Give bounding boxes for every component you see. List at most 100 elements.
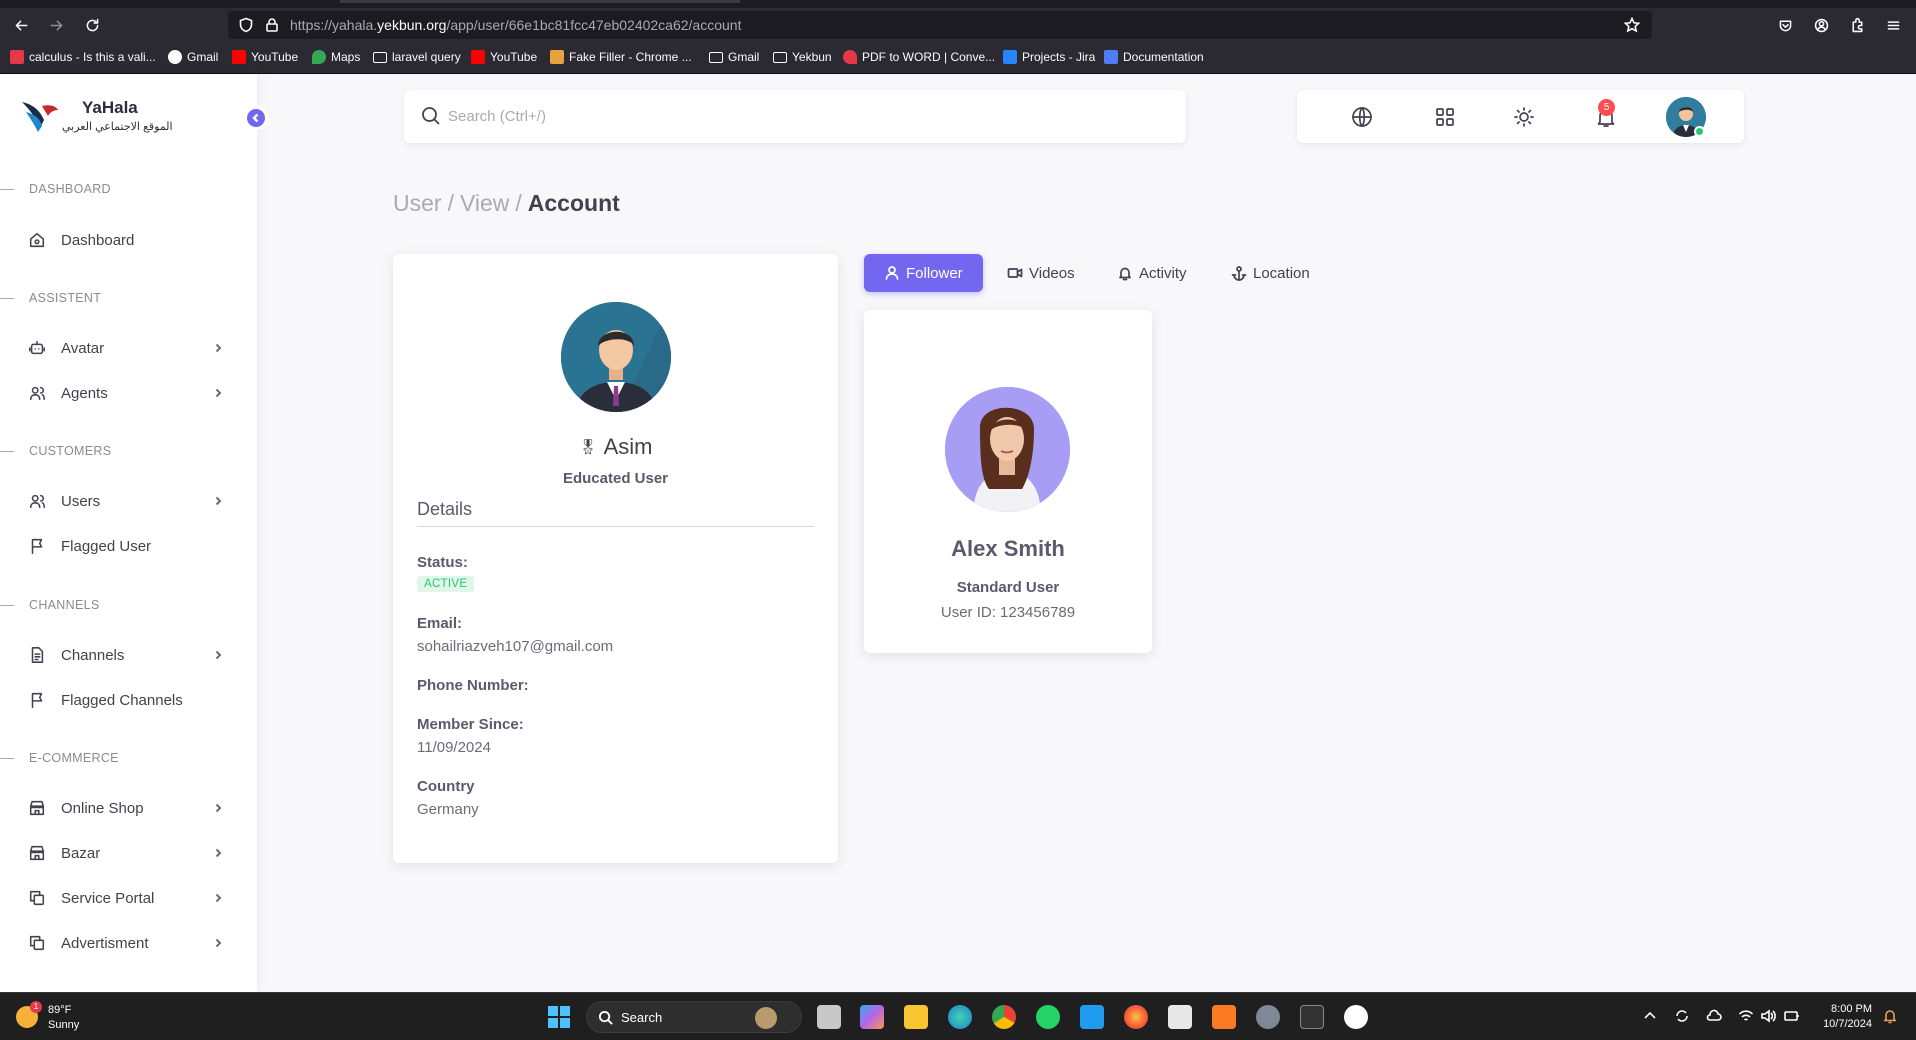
settings-gear-icon[interactable] <box>1256 1005 1280 1029</box>
notification-bell-icon[interactable] <box>1882 1008 1898 1024</box>
follower-card[interactable]: Alex Smith Standard User User ID: 123456… <box>864 310 1152 653</box>
reload-button[interactable] <box>79 12 105 38</box>
sidebar-item-online-shop[interactable]: Online Shop <box>26 790 238 826</box>
whatsapp-icon[interactable] <box>1036 1005 1060 1029</box>
bookmark-item[interactable]: PDF to WORD | Conve... <box>843 50 995 64</box>
sidebar-item-avatar[interactable]: Avatar <box>26 330 238 366</box>
users-icon <box>26 490 48 512</box>
chrome-icon[interactable] <box>992 1005 1016 1029</box>
bookmark-item[interactable]: Gmail <box>168 50 218 64</box>
sidebar-item-service-portal[interactable]: Service Portal <box>26 880 238 916</box>
sidebar-item-agents[interactable]: Agents <box>26 375 238 411</box>
taskbar-search[interactable]: Search <box>586 1001 802 1033</box>
edge-icon[interactable] <box>948 1005 972 1029</box>
tab-location[interactable]: Location <box>1231 254 1310 292</box>
notification-count-badge: 5 <box>1598 99 1615 116</box>
details-heading: Details <box>417 499 473 519</box>
brand-logo[interactable]: YaHala الموقع الاجتماعي العربي <box>20 94 200 138</box>
search-input[interactable] <box>448 103 1048 129</box>
bookmark-item[interactable]: Documentation <box>1104 50 1204 64</box>
address-bar[interactable]: https://yahala.yekbun.org/app/user/66e1b… <box>228 11 1652 39</box>
volume-icon[interactable] <box>1760 1008 1776 1024</box>
section-ecommerce: E-COMMERCE <box>0 751 119 765</box>
profile-role: Educated User <box>562 470 669 487</box>
youtube-icon <box>471 50 485 64</box>
sidebar-item-flagged-channels[interactable]: Flagged Channels <box>26 682 238 718</box>
bookmarks-bar: calculus - Is this a vali... Gmail YouTu… <box>0 42 1916 74</box>
tab-videos[interactable]: Videos <box>1007 254 1075 292</box>
country-label: Country <box>417 778 475 795</box>
collapse-sidebar-button[interactable] <box>244 106 268 130</box>
cloud-icon[interactable] <box>1706 1008 1722 1024</box>
bookmark-star-icon[interactable] <box>1623 16 1641 33</box>
lock-icon[interactable] <box>264 17 280 33</box>
bookmark-item[interactable]: Fake Filler - Chrome ... <box>550 50 692 64</box>
tab-activity[interactable]: Activity <box>1117 254 1187 292</box>
account-icon[interactable] <box>1808 12 1834 38</box>
sidebar-item-label: Advertisment <box>61 934 149 952</box>
sync-icon[interactable] <box>1674 1008 1690 1024</box>
theme-sun-icon[interactable] <box>1511 104 1537 130</box>
google-icon <box>168 50 182 64</box>
store-icon <box>26 797 48 819</box>
chevron-left-icon <box>252 113 259 123</box>
chevron-up-icon[interactable] <box>1642 1008 1658 1024</box>
url-text[interactable]: https://yahala.yekbun.org/app/user/66e1b… <box>290 17 741 33</box>
menu-icon[interactable] <box>1880 12 1906 38</box>
section-customers: CUSTOMERS <box>0 444 111 458</box>
eagle-logo-icon <box>22 102 58 132</box>
forward-button[interactable] <box>43 12 69 38</box>
sidebar-item-advertisment[interactable]: Advertisment <box>26 925 238 961</box>
task-view-icon[interactable] <box>817 1005 841 1029</box>
copilot-icon[interactable] <box>860 1005 884 1029</box>
breadcrumb-user[interactable]: User <box>393 190 442 216</box>
bookmark-item[interactable]: YouTube <box>471 50 537 64</box>
sidebar-item-dashboard[interactable]: Dashboard <box>26 222 238 258</box>
shield-icon[interactable] <box>238 17 254 33</box>
flag-icon <box>26 689 48 711</box>
firefox-icon[interactable] <box>1124 1005 1148 1029</box>
bell-icon <box>1119 267 1131 281</box>
bookmark-folder[interactable]: Gmail <box>709 50 759 64</box>
bookmark-item[interactable]: calculus - Is this a vali... <box>10 50 156 64</box>
bookmark-folder[interactable]: Yekbun <box>773 50 832 64</box>
chevron-right-icon <box>212 648 224 660</box>
chevron-right-icon <box>212 846 224 858</box>
file-explorer-icon[interactable] <box>904 1005 928 1029</box>
shortcuts-grid-icon[interactable] <box>1432 104 1458 130</box>
tab-follower[interactable]: Follower <box>864 254 983 292</box>
extension-icon <box>550 50 564 64</box>
terminal-icon[interactable] <box>1300 1005 1324 1029</box>
vscode-icon[interactable] <box>1080 1005 1104 1029</box>
search-bar[interactable] <box>404 90 1186 143</box>
chevron-right-icon <box>212 341 224 353</box>
sidebar-item-flagged-user[interactable]: Flagged User <box>26 528 238 564</box>
system-clock[interactable]: 8:00 PM 10/7/2024 <box>1823 1002 1872 1032</box>
breadcrumb-view[interactable]: View <box>460 190 509 216</box>
windows-start-icon[interactable] <box>547 1005 571 1029</box>
bookmark-item[interactable]: YouTube <box>232 50 298 64</box>
online-status-dot <box>1694 126 1705 137</box>
stackexchange-icon <box>10 50 24 64</box>
chevron-right-icon <box>212 936 224 948</box>
xampp-icon[interactable] <box>1212 1005 1236 1029</box>
battery-icon[interactable] <box>1784 1008 1800 1024</box>
chevron-right-icon <box>212 801 224 813</box>
mongodb-icon[interactable] <box>1344 1005 1368 1029</box>
bookmark-folder[interactable]: laravel query <box>373 50 461 64</box>
bookmark-item[interactable]: Projects - Jira <box>1003 50 1095 64</box>
language-icon[interactable] <box>1349 104 1375 130</box>
temperature-text: 89°F <box>48 1004 72 1016</box>
weather-condition-text: Sunny <box>48 1019 80 1031</box>
snipping-tool-icon[interactable] <box>1168 1005 1192 1029</box>
sidebar-item-channels[interactable]: Channels <box>26 637 238 673</box>
extensions-icon[interactable] <box>1844 12 1870 38</box>
clock-time: 8:00 PM <box>1831 1003 1872 1015</box>
pocket-icon[interactable] <box>1772 12 1798 38</box>
bookmark-item[interactable]: Maps <box>312 50 360 64</box>
sidebar-item-users[interactable]: Users <box>26 483 238 519</box>
back-button[interactable] <box>8 12 34 38</box>
wifi-icon[interactable] <box>1738 1008 1754 1024</box>
status-label: Status: <box>417 554 468 571</box>
sidebar-item-bazar[interactable]: Bazar <box>26 835 238 871</box>
